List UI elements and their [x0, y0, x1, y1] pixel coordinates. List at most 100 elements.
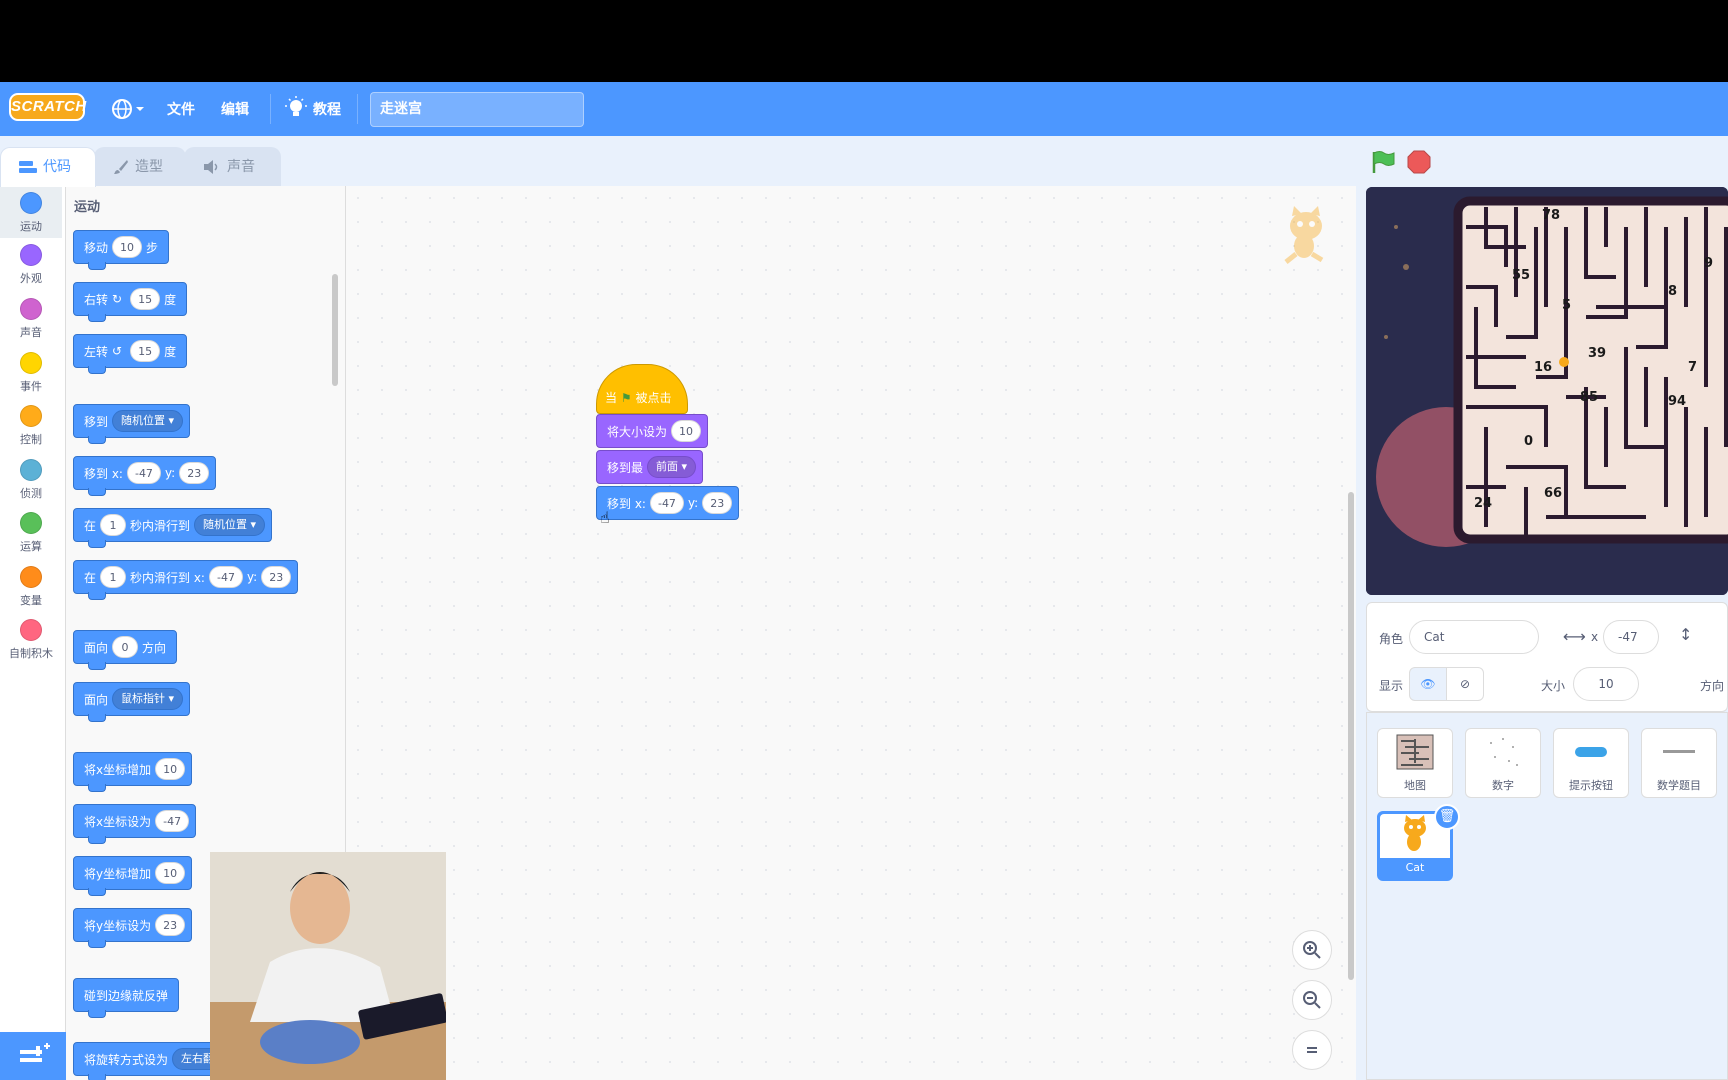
- steps-input[interactable]: 10: [112, 236, 143, 258]
- block-glide-to[interactable]: 在 1 秒内滑行到 随机位置: [73, 508, 273, 548]
- tab-costumes[interactable]: 造型: [94, 147, 186, 187]
- category-control[interactable]: 控制: [0, 399, 62, 451]
- y-input[interactable]: 23: [261, 566, 292, 588]
- tutorials-lightbulb-icon[interactable]: [285, 96, 307, 126]
- block-bounce[interactable]: 碰到边缘就反弹: [73, 978, 180, 1018]
- green-flag-icon: [1372, 151, 1395, 173]
- maze-number-label: 0: [1524, 434, 1533, 449]
- workspace-scrollbar[interactable]: [1348, 492, 1354, 980]
- size-input[interactable]: 10: [671, 420, 702, 442]
- change-y-input[interactable]: 10: [155, 862, 186, 884]
- add-extension-button[interactable]: [0, 1032, 66, 1080]
- seconds-input[interactable]: 1: [100, 566, 127, 588]
- block-point-towards[interactable]: 面向 鼠标指针: [73, 682, 191, 722]
- category-sensing[interactable]: 侦测: [0, 453, 62, 505]
- menu-divider: [357, 94, 358, 124]
- block-goto-xy[interactable]: 移到 x: -47 y: 23: [596, 486, 740, 520]
- x-input[interactable]: -47: [208, 566, 243, 588]
- tab-costumes-label: 造型: [135, 159, 163, 175]
- set-x-input[interactable]: -47: [155, 810, 190, 832]
- towards-target-dropdown[interactable]: 鼠标指针: [112, 688, 184, 710]
- block-text: 移到最: [607, 460, 644, 475]
- show-sprite-button[interactable]: 👁: [1409, 667, 1447, 701]
- control-category-icon: [20, 405, 42, 427]
- category-operators[interactable]: 运算: [0, 506, 62, 558]
- degrees-input[interactable]: 15: [130, 340, 161, 362]
- category-label: 外观: [20, 272, 42, 285]
- goto-target-dropdown[interactable]: 随机位置: [112, 410, 184, 432]
- direction-input[interactable]: 0: [112, 636, 139, 658]
- change-x-input[interactable]: 10: [155, 758, 186, 780]
- stop-button[interactable]: [1407, 150, 1431, 178]
- menu-file[interactable]: 文件: [167, 99, 195, 119]
- delete-sprite-button[interactable]: 🗑: [1434, 804, 1460, 830]
- zoom-reset-button[interactable]: [1292, 1030, 1332, 1070]
- green-flag-button[interactable]: [1370, 149, 1396, 179]
- maze-number-label: 78: [1542, 208, 1560, 223]
- zoom-out-button[interactable]: [1292, 980, 1332, 1020]
- category-my-blocks[interactable]: 自制积木: [0, 613, 62, 665]
- sprite-name: 数字: [1492, 779, 1514, 792]
- zoom-out-icon: [1303, 991, 1321, 1009]
- maze-number-label: 39: [1588, 346, 1606, 361]
- sprite-thumb-cat[interactable]: Cat 🗑: [1377, 804, 1460, 881]
- block-goto[interactable]: 移到 随机位置: [73, 404, 191, 444]
- sprite-cat-icon: [1278, 204, 1334, 268]
- block-text: 步: [146, 240, 159, 255]
- block-text: 移到 x:: [84, 466, 123, 481]
- seconds-input[interactable]: 1: [100, 514, 127, 536]
- y-input[interactable]: 23: [179, 462, 210, 484]
- sprite-thumb-math-question[interactable]: 数学题目: [1641, 728, 1717, 798]
- maze-thumbnail-icon: [1396, 734, 1434, 770]
- size-input[interactable]: 10: [1573, 667, 1639, 701]
- language-globe-icon[interactable]: [110, 97, 146, 121]
- sprite-name: Cat: [1405, 861, 1425, 874]
- block-when-flag-clicked[interactable]: 当 ⚑ 被点击: [596, 364, 688, 414]
- scratch-logo[interactable]: SCRATCH: [9, 93, 86, 121]
- block-change-y[interactable]: 将y坐标增加 10: [73, 856, 193, 896]
- block-turn-right[interactable]: 右转 ↻ 15 度: [73, 282, 188, 322]
- x-position-input[interactable]: -47: [1603, 620, 1659, 654]
- numbers-thumbnail-icon: [1490, 738, 1518, 766]
- category-looks[interactable]: 外观: [0, 238, 62, 290]
- code-workspace[interactable]: 当 ⚑ 被点击 将大小设为10 移到最前面 移到 x:-47y:23 ☝: [346, 186, 1356, 1080]
- category-variables[interactable]: 变量: [0, 560, 62, 612]
- glide-target-dropdown[interactable]: 随机位置: [194, 514, 266, 536]
- block-go-to-front[interactable]: 移到最 前面: [596, 450, 704, 484]
- hand-cursor-icon: ☝: [600, 508, 610, 527]
- sprite-name-input[interactable]: Cat: [1409, 620, 1539, 654]
- block-set-y[interactable]: 将y坐标设为 23: [73, 908, 193, 948]
- category-events[interactable]: 事件: [0, 346, 62, 398]
- category-sound[interactable]: 声音: [0, 292, 62, 344]
- block-change-x[interactable]: 将x坐标增加 10: [73, 752, 193, 792]
- zoom-in-button[interactable]: [1292, 930, 1332, 970]
- palette-scrollbar[interactable]: [332, 274, 338, 386]
- tab-sounds[interactable]: 声音: [184, 147, 281, 187]
- block-glide-xy[interactable]: 在 1 秒内滑行到 x: -47 y: 23: [73, 560, 299, 600]
- block-text: 移到: [84, 414, 109, 429]
- x-input[interactable]: -47: [126, 462, 161, 484]
- block-text: 将旋转方式设为: [84, 1052, 169, 1067]
- block-turn-left[interactable]: 左转 ↺ 15 度: [73, 334, 188, 374]
- stage-canvas[interactable]: 78 55 9 8 5 39 16 7 85 94 0 66 24: [1366, 187, 1728, 595]
- layer-dropdown[interactable]: 前面: [647, 456, 697, 478]
- math-question-thumbnail-icon: [1663, 750, 1695, 753]
- menu-tutorials[interactable]: 教程: [313, 99, 341, 119]
- block-set-size[interactable]: 将大小设为 10: [596, 414, 709, 448]
- block-set-x[interactable]: 将x坐标设为 -47: [73, 804, 197, 844]
- category-motion[interactable]: 运动: [0, 186, 62, 238]
- sprite-thumb-hint-button[interactable]: 提示按钮: [1553, 728, 1629, 798]
- set-y-input[interactable]: 23: [155, 914, 186, 936]
- degrees-input[interactable]: 15: [130, 288, 161, 310]
- menu-edit[interactable]: 编辑: [221, 99, 249, 119]
- y-input[interactable]: 23: [702, 492, 733, 514]
- x-input[interactable]: -47: [649, 492, 684, 514]
- block-move-steps[interactable]: 移动 10 步: [73, 230, 170, 270]
- project-title-input[interactable]: 走迷宫: [370, 92, 584, 127]
- sprite-thumb-numbers[interactable]: 数字: [1465, 728, 1541, 798]
- block-point-direction[interactable]: 面向 0 方向: [73, 630, 178, 670]
- hide-sprite-button[interactable]: ⊘: [1446, 667, 1484, 701]
- sprite-thumb-map[interactable]: 地图: [1377, 728, 1453, 798]
- tab-code[interactable]: 代码: [0, 147, 96, 187]
- block-goto-xy[interactable]: 移到 x: -47 y: 23: [73, 456, 217, 496]
